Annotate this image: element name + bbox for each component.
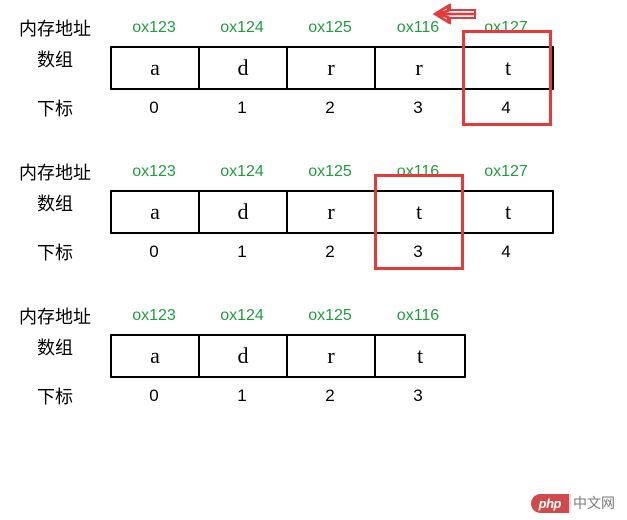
- memory-address-label: 内存地址: [0, 159, 110, 185]
- array-label: 数组: [0, 46, 110, 90]
- address-cell: ox124: [198, 163, 286, 181]
- address-cell: ox127: [462, 19, 550, 37]
- index-cell: 4: [462, 98, 550, 118]
- index-cell: 1: [198, 386, 286, 406]
- index-label: 下标: [0, 383, 110, 409]
- index-label: 下标: [0, 239, 110, 265]
- index-cells: 0 1 2 3 4: [110, 242, 550, 262]
- array-cells: a d r t t: [110, 190, 554, 234]
- array-cell: t: [376, 336, 464, 376]
- index-row: 下标 0 1 2 3 4: [0, 234, 627, 270]
- array-cells: a d r t: [110, 334, 466, 378]
- index-row: 下标 0 1 2 3: [0, 378, 627, 414]
- watermark: php 中文网: [531, 492, 619, 514]
- array-diagram-block: 内存地址 ox123 ox124 ox125 ox116 ox127 数组 a …: [0, 154, 627, 270]
- address-cell: ox123: [110, 19, 198, 37]
- watermark-site-text: 中文网: [569, 492, 619, 514]
- index-cells: 0 1 2 3 4: [110, 98, 550, 118]
- array-cell: d: [200, 192, 288, 232]
- address-cell: ox125: [286, 163, 374, 181]
- array-cell: r: [288, 336, 376, 376]
- index-label: 下标: [0, 95, 110, 121]
- address-cell: ox123: [110, 307, 198, 325]
- memory-address-label: 内存地址: [0, 303, 110, 329]
- index-cell: 3: [374, 98, 462, 118]
- index-cell: 1: [198, 242, 286, 262]
- array-cell: r: [288, 48, 376, 88]
- array-cells: a d r r t: [110, 46, 554, 90]
- address-cell: ox124: [198, 307, 286, 325]
- array-diagram-block: 内存地址 ox123 ox124 ox125 ox116 ox127 数组 a …: [0, 10, 627, 126]
- index-cell: 1: [198, 98, 286, 118]
- address-cells: ox123 ox124 ox125 ox116 ox127: [110, 163, 550, 181]
- array-cell: t: [376, 192, 464, 232]
- address-row: 内存地址 ox123 ox124 ox125 ox116: [0, 298, 627, 334]
- address-cells: ox123 ox124 ox125 ox116 ox127: [110, 19, 550, 37]
- array-diagram-block: 内存地址 ox123 ox124 ox125 ox116 数组 a d r t …: [0, 298, 627, 414]
- address-cell: ox116: [374, 307, 462, 325]
- array-label: 数组: [0, 334, 110, 378]
- array-row: 数组 a d r t: [0, 334, 627, 378]
- index-cell: 0: [110, 242, 198, 262]
- array-row: 数组 a d r r t: [0, 46, 627, 90]
- index-cell: 2: [286, 242, 374, 262]
- memory-address-label: 内存地址: [0, 15, 110, 41]
- address-cell: ox116: [374, 163, 462, 181]
- address-cell: ox123: [110, 163, 198, 181]
- index-cell: 2: [286, 98, 374, 118]
- array-cell: a: [112, 48, 200, 88]
- address-cell: ox116: [374, 19, 462, 37]
- address-cells: ox123 ox124 ox125 ox116: [110, 307, 462, 325]
- array-cell: d: [200, 48, 288, 88]
- index-row: 下标 0 1 2 3 4: [0, 90, 627, 126]
- index-cell: 0: [110, 386, 198, 406]
- address-cell: ox127: [462, 163, 550, 181]
- array-cell: t: [464, 192, 552, 232]
- address-cell: ox124: [198, 19, 286, 37]
- index-cell: 4: [462, 242, 550, 262]
- array-cell: r: [376, 48, 464, 88]
- array-cell: d: [200, 336, 288, 376]
- array-cell: a: [112, 336, 200, 376]
- array-row: 数组 a d r t t: [0, 190, 627, 234]
- array-cell: a: [112, 192, 200, 232]
- array-label: 数组: [0, 190, 110, 234]
- address-cell: ox125: [286, 19, 374, 37]
- index-cell: 2: [286, 386, 374, 406]
- address-cell: ox125: [286, 307, 374, 325]
- index-cells: 0 1 2 3: [110, 386, 462, 406]
- index-cell: 3: [374, 242, 462, 262]
- array-cell: t: [464, 48, 552, 88]
- address-row: 内存地址 ox123 ox124 ox125 ox116 ox127: [0, 154, 627, 190]
- array-cell: r: [288, 192, 376, 232]
- address-row: 内存地址 ox123 ox124 ox125 ox116 ox127: [0, 10, 627, 46]
- index-cell: 0: [110, 98, 198, 118]
- index-cell: 3: [374, 386, 462, 406]
- watermark-logo: php: [531, 494, 571, 513]
